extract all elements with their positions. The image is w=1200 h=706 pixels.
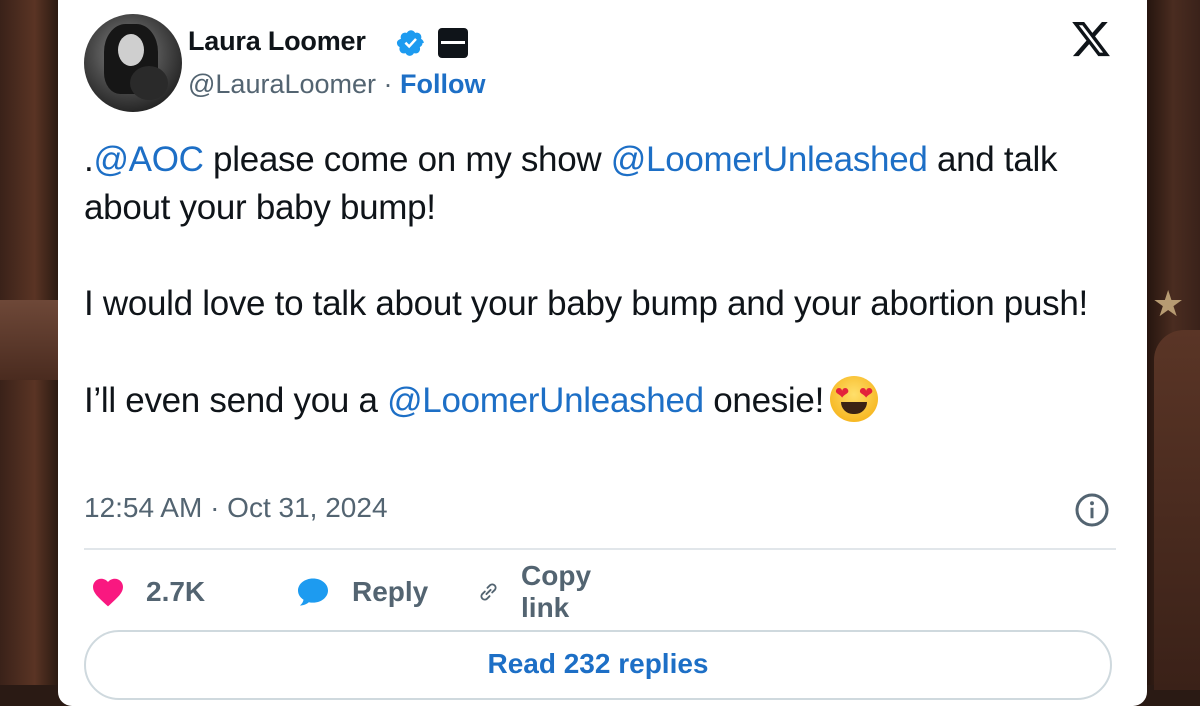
read-replies-button[interactable]: Read 232 replies <box>84 630 1112 700</box>
background-chair <box>1154 330 1200 690</box>
copy-link-label: Copy link <box>521 560 592 623</box>
tweet-text: .@AOC please come on my show @LoomerUnle… <box>84 136 1124 425</box>
follow-button[interactable]: Follow <box>400 69 485 99</box>
tweet-paragraph-2: I would love to talk about your baby bum… <box>84 284 1088 323</box>
reply-button[interactable]: Reply <box>294 572 428 612</box>
background-left <box>0 0 58 685</box>
background-right: ★ <box>1146 0 1200 690</box>
verified-badge-icon <box>396 30 424 56</box>
author-handle-line: @LauraLoomer · Follow <box>188 69 486 100</box>
tweet-timestamp[interactable]: 12:54 AM · Oct 31, 2024 <box>84 492 388 524</box>
heart-icon <box>93 578 123 607</box>
mention-aoc-link[interactable]: @AOC <box>93 140 203 179</box>
x-logo-icon[interactable] <box>1068 18 1114 60</box>
like-button[interactable]: 2.7K <box>90 572 205 612</box>
tweet-card: Laura Loomer @LauraLoomer · Follow .@AOC… <box>58 0 1147 706</box>
star-decoration-icon: ★ <box>1152 283 1185 324</box>
separator-dot: · <box>383 69 393 99</box>
reply-bubble-icon <box>298 578 328 606</box>
avatar[interactable] <box>84 14 182 112</box>
tweet-paragraph-1: .@AOC please come on my show @LoomerUnle… <box>84 140 1058 227</box>
author-handle[interactable]: @LauraLoomer <box>188 69 376 99</box>
divider <box>84 548 1116 550</box>
mention-loomerunleashed-link-2[interactable]: @LoomerUnleashed <box>387 381 704 420</box>
mention-loomerunleashed-link[interactable]: @LoomerUnleashed <box>611 140 928 179</box>
reply-label: Reply <box>352 576 429 607</box>
copy-link-button[interactable]: Copy link <box>476 560 604 623</box>
author-name[interactable]: Laura Loomer <box>188 26 366 57</box>
info-icon[interactable] <box>1074 492 1110 528</box>
tweet-paragraph-3: I’ll even send you a @LoomerUnleashed on… <box>84 376 1124 425</box>
heart-eyes-emoji-icon: ❤ ❤ <box>830 376 878 422</box>
like-count: 2.7K <box>146 576 206 607</box>
affiliate-badge-icon[interactable] <box>438 28 468 58</box>
link-icon <box>480 583 497 601</box>
